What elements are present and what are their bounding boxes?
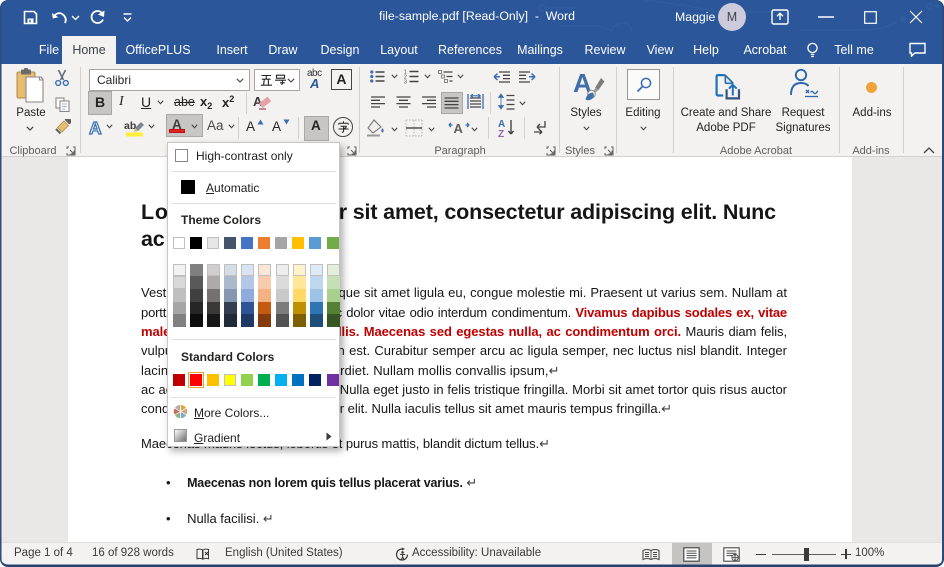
svg-text:A: A xyxy=(89,118,102,137)
svg-text:3: 3 xyxy=(404,80,407,85)
svg-text:Z: Z xyxy=(498,129,504,138)
svg-text:A: A xyxy=(454,121,464,136)
svg-text:ab: ab xyxy=(124,120,136,132)
